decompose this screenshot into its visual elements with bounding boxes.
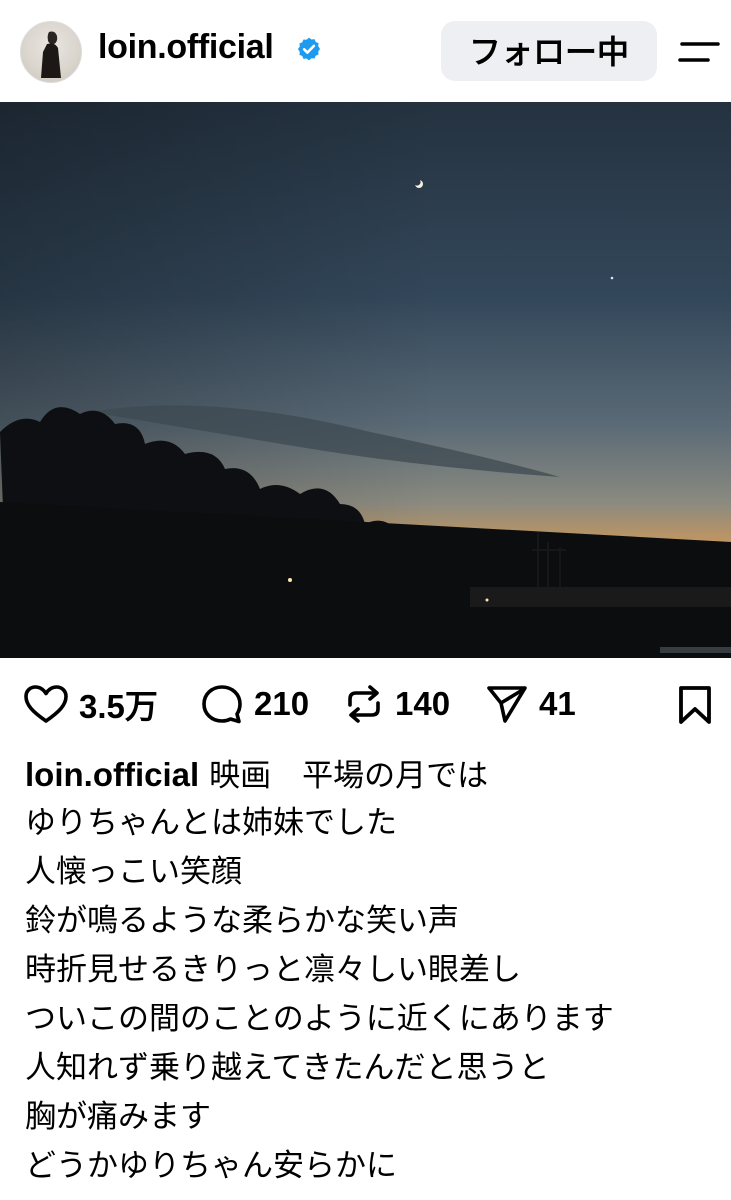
post-image[interactable] (0, 102, 731, 658)
caption-line: ゆりちゃんとは姉妹でした (25, 805, 397, 841)
comments-count: 210 (254, 685, 310, 722)
avatar[interactable] (20, 21, 82, 83)
share-action[interactable]: 41 (485, 684, 576, 724)
menu-icon[interactable] (678, 36, 720, 68)
following-button[interactable]: フォロー中 (441, 21, 657, 81)
username[interactable]: loin.official (98, 28, 274, 67)
caption-line: 人懐っこい笑顔 (25, 854, 242, 890)
shares-count: 41 (539, 685, 576, 722)
repost-icon[interactable] (343, 683, 385, 725)
caption-username[interactable]: loin.official (25, 756, 199, 793)
comment-icon[interactable] (200, 683, 244, 725)
verified-badge-icon (297, 37, 321, 61)
caption-line: 人知れず乗り越えてきたんだと思うと (25, 1050, 550, 1086)
reposts-count: 140 (395, 685, 451, 722)
caption-line: どうかゆりちゃん安らかに (25, 1148, 397, 1184)
post-header: loin.official フォロー中 (0, 0, 731, 102)
caption-line: 鈴が鳴るような柔らかな笑い声 (25, 903, 459, 939)
repost-action[interactable]: 140 (343, 684, 450, 724)
bookmark-icon[interactable] (677, 685, 713, 725)
heart-icon[interactable] (23, 684, 69, 724)
send-icon[interactable] (485, 683, 529, 725)
caption-line: 胸が痛みます (25, 1099, 211, 1135)
post-caption: loin.official 映画 平場の月では ゆりちゃんとは姉妹でした 人懐っこ… (25, 750, 715, 1191)
comment-action[interactable]: 210 (200, 684, 309, 724)
caption-line: 時折見せるきりっと凛々しい眼差し (25, 952, 521, 988)
star (610, 276, 614, 280)
caption-line: loin.official 映画 平場の月では (25, 756, 489, 794)
likes-count: 3.5万 (79, 688, 158, 725)
caption-line: ついこの間のことのように近くにあります (25, 1001, 614, 1037)
action-bar: 3.5万 210 140 41 (0, 658, 731, 750)
like-action[interactable]: 3.5万 (23, 684, 158, 725)
